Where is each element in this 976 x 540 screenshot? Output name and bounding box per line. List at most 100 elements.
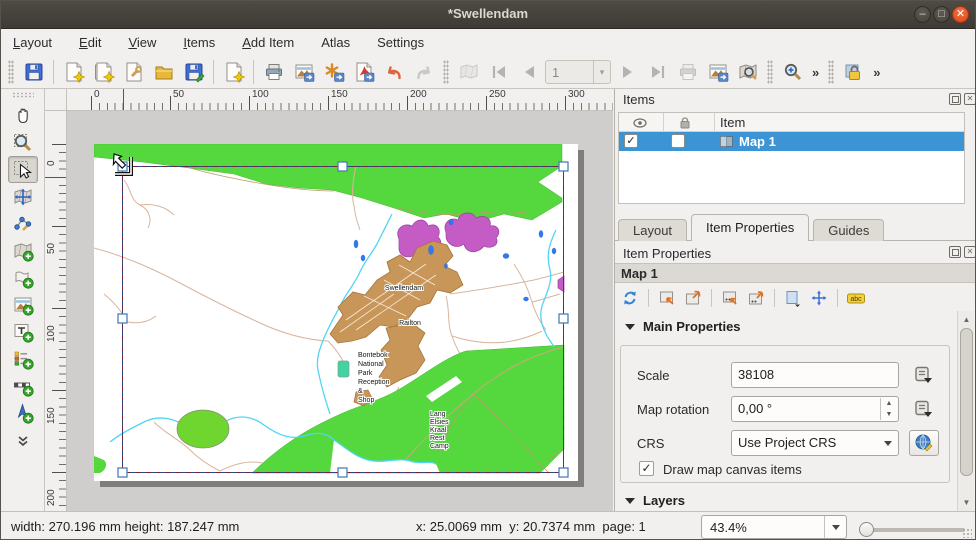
main-properties-section-header[interactable]: Main Properties bbox=[625, 319, 741, 334]
spin-down-icon[interactable]: ▼ bbox=[881, 409, 897, 420]
move-item-content-tool-button[interactable] bbox=[8, 183, 38, 210]
set-extent-to-canvas-button[interactable] bbox=[656, 287, 678, 309]
map-rotation-spinbox[interactable]: 0,00 ° ▲▼ bbox=[731, 396, 899, 422]
print-atlas-button[interactable] bbox=[674, 59, 701, 86]
menu-edit[interactable]: Edit bbox=[79, 35, 101, 50]
export-atlas-button[interactable] bbox=[704, 59, 731, 86]
atlas-page-combobox[interactable]: 1 ▾ bbox=[545, 60, 611, 84]
item-lock-checkbox[interactable] bbox=[671, 134, 685, 148]
zoom-level-combobox[interactable]: 43.4% bbox=[701, 515, 847, 539]
redo-button[interactable] bbox=[410, 59, 437, 86]
export-pdf-button[interactable] bbox=[350, 59, 377, 86]
properties-scrollbar[interactable]: ▲ ▼ bbox=[957, 311, 974, 511]
export-image-button[interactable] bbox=[290, 59, 317, 86]
refresh-preview-button[interactable] bbox=[619, 287, 641, 309]
move-content-button[interactable] bbox=[808, 287, 830, 309]
add-label-button[interactable] bbox=[8, 318, 38, 345]
maximize-button[interactable]: □ bbox=[933, 6, 950, 23]
more-tools-chevron[interactable] bbox=[8, 426, 38, 453]
undo-button[interactable] bbox=[380, 59, 407, 86]
menu-layout[interactable]: Layout bbox=[13, 35, 52, 50]
toolbar-grip[interactable] bbox=[828, 60, 834, 84]
layout-page[interactable]: Swellendam Railton Bontebok National Par… bbox=[94, 144, 578, 481]
save-project-button[interactable] bbox=[20, 59, 47, 86]
add-north-arrow-button[interactable] bbox=[8, 399, 38, 426]
scale-override-button[interactable] bbox=[909, 363, 939, 387]
edit-nodes-item-tool-button[interactable] bbox=[8, 210, 38, 237]
close-panel-icon[interactable]: ✕ bbox=[964, 93, 976, 105]
tab-guides[interactable]: Guides bbox=[813, 219, 884, 241]
layout-canvas[interactable]: Swellendam Railton Bontebok National Par… bbox=[67, 111, 613, 511]
add-legend-button[interactable] bbox=[8, 345, 38, 372]
items-panel-title: Items bbox=[623, 92, 655, 107]
menu-view[interactable]: View bbox=[128, 35, 156, 50]
items-row-map1[interactable]: ✓ Map 1 bbox=[619, 132, 964, 151]
zoom-in-button[interactable] bbox=[779, 59, 806, 86]
menu-settings[interactable]: Settings bbox=[377, 35, 424, 50]
spin-up-icon[interactable]: ▲ bbox=[881, 398, 897, 409]
zoom-slider-track[interactable] bbox=[859, 528, 965, 532]
window-resize-grip[interactable] bbox=[962, 528, 972, 538]
menu-add-item[interactable]: Add Item bbox=[242, 35, 294, 50]
menu-items[interactable]: Items bbox=[183, 35, 215, 50]
toolbar-overflow-chevron[interactable]: » bbox=[809, 65, 822, 80]
new-layout-button[interactable] bbox=[60, 59, 87, 86]
float-panel-icon[interactable] bbox=[949, 93, 961, 105]
crs-combobox[interactable]: Use Project CRS bbox=[731, 430, 899, 456]
toolbar-grip[interactable] bbox=[12, 92, 34, 98]
toolbar-grip[interactable] bbox=[767, 60, 773, 84]
float-panel-icon[interactable] bbox=[949, 246, 961, 258]
add-map-button[interactable] bbox=[8, 237, 38, 264]
toolbar-grip[interactable] bbox=[8, 60, 14, 84]
scroll-down-icon[interactable]: ▼ bbox=[959, 495, 974, 510]
select-crs-button[interactable] bbox=[909, 430, 939, 456]
layers-section-header[interactable]: Layers bbox=[625, 493, 685, 508]
duplicate-layout-button[interactable] bbox=[90, 59, 117, 86]
open-folder-button[interactable] bbox=[150, 59, 177, 86]
minimize-button[interactable]: – bbox=[914, 6, 931, 23]
menu-atlas[interactable]: Atlas bbox=[321, 35, 350, 50]
interactive-extent-edit-button[interactable] bbox=[782, 287, 804, 309]
add-scalebar-button[interactable] bbox=[8, 372, 38, 399]
scale-input[interactable]: 38108 bbox=[731, 362, 899, 388]
select-move-item-tool-button[interactable] bbox=[8, 156, 38, 183]
label-settings-button[interactable]: abc bbox=[845, 287, 867, 309]
pan-tool-button[interactable] bbox=[8, 102, 38, 129]
zoom-slider-handle[interactable] bbox=[859, 522, 874, 537]
zoom-tool-button[interactable] bbox=[8, 129, 38, 156]
close-button[interactable]: ✕ bbox=[952, 6, 969, 23]
draw-map-canvas-items-checkbox[interactable]: ✓ bbox=[639, 461, 654, 476]
selected-item-header: Map 1 bbox=[615, 263, 976, 283]
lock-items-button[interactable] bbox=[840, 59, 867, 86]
add-items-from-template-button[interactable] bbox=[220, 59, 247, 86]
map-item[interactable]: Swellendam Railton Bontebok National Par… bbox=[94, 144, 578, 481]
atlas-settings-button[interactable] bbox=[734, 59, 761, 86]
atlas-first-feature-button[interactable] bbox=[485, 59, 512, 86]
item-visibility-checkbox[interactable]: ✓ bbox=[624, 134, 638, 148]
tab-layout[interactable]: Layout bbox=[618, 219, 687, 241]
map-label-camp-line: Rest bbox=[430, 435, 444, 442]
view-scale-in-canvas-button[interactable] bbox=[745, 287, 767, 309]
view-extent-in-canvas-button[interactable] bbox=[682, 287, 704, 309]
scrollbar-thumb[interactable] bbox=[960, 328, 973, 476]
set-scale-to-canvas-button[interactable] bbox=[719, 287, 741, 309]
atlas-last-feature-button[interactable] bbox=[644, 59, 671, 86]
items-list[interactable]: Item ✓ Map 1 bbox=[618, 112, 965, 204]
window-titlebar[interactable]: *Swellendam – □ ✕ bbox=[1, 1, 975, 29]
scroll-up-icon[interactable]: ▲ bbox=[959, 312, 974, 327]
tab-item-properties[interactable]: Item Properties bbox=[691, 214, 809, 241]
toolbar-overflow-chevron[interactable]: » bbox=[870, 65, 883, 80]
export-svg-button[interactable] bbox=[320, 59, 347, 86]
preview-atlas-button[interactable] bbox=[455, 59, 482, 86]
save-as-template-button[interactable] bbox=[180, 59, 207, 86]
layout-manager-button[interactable] bbox=[120, 59, 147, 86]
atlas-previous-feature-button[interactable] bbox=[515, 59, 542, 86]
toolbar-grip[interactable] bbox=[443, 60, 449, 84]
print-layout-button[interactable] bbox=[260, 59, 287, 86]
atlas-next-feature-button[interactable] bbox=[614, 59, 641, 86]
add-picture-button[interactable] bbox=[8, 291, 38, 318]
spinbox-arrows[interactable]: ▲▼ bbox=[880, 398, 897, 420]
rotation-override-button[interactable] bbox=[909, 397, 939, 421]
close-panel-icon[interactable]: ✕ bbox=[964, 246, 976, 258]
add-3d-map-button[interactable] bbox=[8, 264, 38, 291]
